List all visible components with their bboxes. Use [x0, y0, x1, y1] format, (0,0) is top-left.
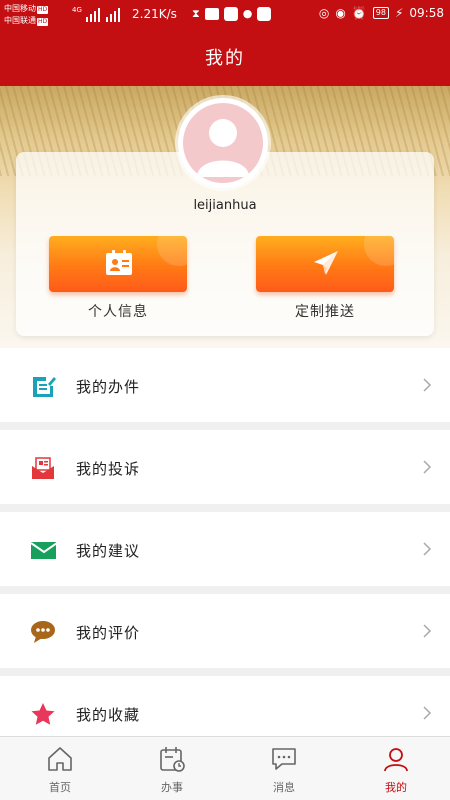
carrier-1: 中国移动: [4, 4, 36, 13]
menu-item-label: 我的评价: [76, 624, 141, 642]
app-header: 我的: [0, 32, 450, 86]
chat-bubble-icon: [31, 621, 55, 643]
tab-messages[interactable]: 消息: [228, 737, 340, 800]
custom-push-button[interactable]: [256, 236, 394, 292]
menu-item-label: 我的建议: [76, 542, 141, 560]
headset-icon: ◎: [318, 6, 330, 20]
chevron-right-icon: [423, 378, 432, 392]
id-card-icon: [106, 250, 132, 275]
app-notification-icon: [257, 7, 272, 21]
personal-info-button[interactable]: [49, 236, 187, 292]
charging-icon: ⚡: [394, 6, 404, 20]
menu-item-my-suggestions[interactable]: 我的建议: [0, 512, 450, 586]
calendar-clock-icon: [160, 747, 185, 772]
status-right: ◎ ◉ ⏰ 98 ⚡ 09:58: [319, 6, 444, 20]
message-icon: [272, 748, 296, 770]
menu-item-my-reviews[interactable]: 我的评价: [0, 594, 450, 668]
menu-item-label: 我的投诉: [76, 460, 141, 478]
tab-label: 首页: [49, 781, 71, 794]
tab-services[interactable]: 办事: [116, 737, 228, 800]
home-icon: [48, 747, 72, 771]
divider: [0, 586, 450, 594]
network-speed: 2.21K/s: [132, 7, 177, 21]
paper-plane-icon: [314, 251, 338, 275]
tab-label: 消息: [273, 781, 295, 794]
carrier-2: 中国联通: [4, 16, 36, 25]
chat-notification-icon: ●: [242, 7, 253, 20]
username: leijianhua: [193, 198, 257, 213]
tab-label: 办事: [161, 781, 183, 794]
divider: [0, 668, 450, 676]
personal-info-label: 个人信息: [88, 304, 148, 320]
chevron-right-icon: [423, 624, 432, 638]
eye-icon: ◉: [335, 6, 346, 20]
network-type: 4G: [72, 6, 82, 14]
notification-icons: ⧗ ●: [192, 6, 272, 22]
signal-icon: [86, 8, 122, 22]
app-notification-icon: [223, 7, 238, 21]
tab-mine[interactable]: 我的: [340, 737, 450, 800]
app-notification-icon: [204, 8, 219, 20]
user-icon: [384, 748, 408, 772]
tab-home[interactable]: 首页: [4, 737, 116, 800]
clock: 09:58: [409, 6, 444, 20]
hd-badge: HD: [37, 6, 49, 14]
custom-push-label: 定制推送: [295, 304, 355, 320]
menu-item-my-cases[interactable]: 我的办件: [0, 348, 450, 422]
envelope-icon: [30, 542, 56, 559]
star-icon: [31, 703, 55, 725]
menu-list: 我的办件 我的投诉 我的建议 我的评价 我的收藏: [0, 348, 450, 750]
battery-level: 98: [372, 7, 389, 19]
carrier-info: 中国移动 HD 中国联通 HD: [4, 3, 49, 27]
hd-badge: HD: [37, 18, 49, 26]
divider: [0, 422, 450, 430]
edit-list-icon: [33, 377, 56, 397]
hourglass-icon: ⧗: [192, 7, 200, 20]
tab-label: 我的: [385, 781, 407, 794]
divider: [0, 504, 450, 512]
complaint-mail-icon: [32, 457, 54, 479]
avatar[interactable]: [178, 98, 268, 188]
alarm-icon: ⏰: [351, 6, 367, 20]
menu-item-label: 我的办件: [76, 378, 141, 396]
chevron-right-icon: [423, 542, 432, 556]
chevron-right-icon: [423, 706, 432, 720]
avatar-icon: [183, 103, 263, 183]
page-title: 我的: [205, 48, 245, 69]
status-bar: 中国移动 HD 中国联通 HD 4G 2.21K/s ⧗ ● ◎ ◉ ⏰ 98 ⚡ …: [0, 0, 450, 32]
chevron-right-icon: [423, 460, 432, 474]
menu-item-label: 我的收藏: [76, 706, 141, 724]
menu-item-my-complaints[interactable]: 我的投诉: [0, 430, 450, 504]
bottom-tab-bar: 首页 办事 消息 我的: [0, 736, 450, 800]
